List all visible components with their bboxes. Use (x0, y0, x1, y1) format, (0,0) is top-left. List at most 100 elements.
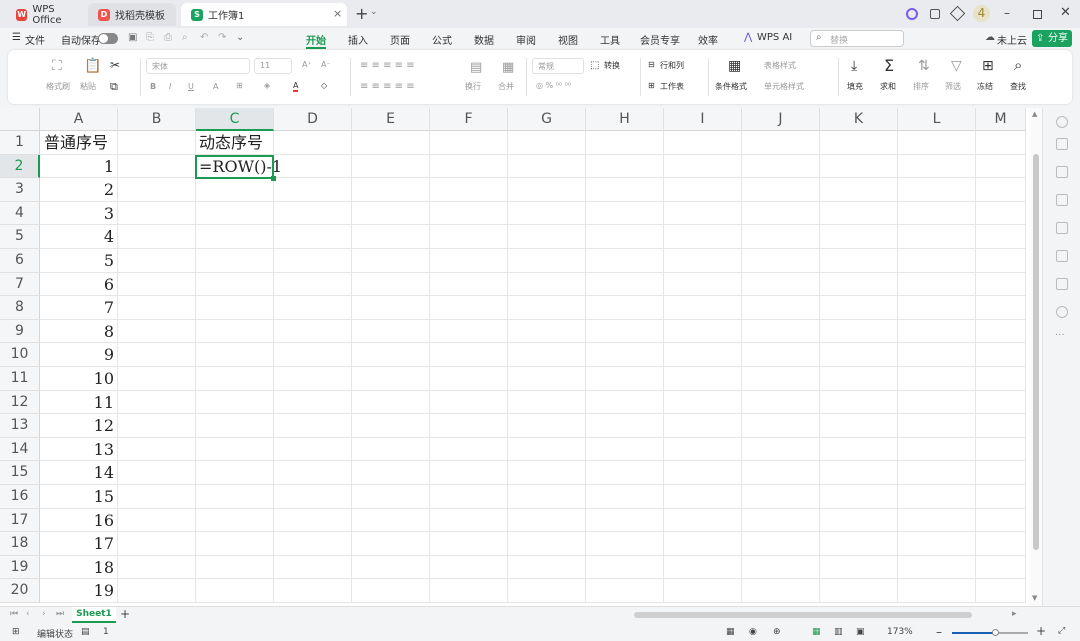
protect-icon[interactable]: ▦ (726, 627, 735, 637)
tab-insert[interactable]: 插入 (348, 32, 368, 47)
cell-l8[interactable] (898, 296, 976, 320)
cell-g4[interactable] (508, 201, 586, 226)
cell-i13[interactable] (664, 414, 742, 438)
cell-h4[interactable] (586, 201, 664, 226)
tab-review[interactable]: 审阅 (516, 32, 536, 47)
row-header-8[interactable]: 8 (0, 296, 40, 320)
cell-a3[interactable]: 2 (40, 178, 118, 202)
cloud-status[interactable]: 未上云 (997, 32, 1027, 47)
cell-j11[interactable] (742, 367, 820, 391)
cell-f19[interactable] (430, 555, 508, 580)
cell-e8[interactable] (352, 296, 430, 320)
row-header-19[interactable]: 19 (0, 555, 40, 580)
tab-wps-office[interactable]: W WPS Office (6, 3, 84, 26)
cell-a11[interactable]: 10 (40, 367, 118, 391)
cell-d1[interactable] (274, 131, 352, 155)
last-sheet-icon[interactable]: ⏭ (56, 609, 64, 619)
cell-a19[interactable]: 18 (40, 555, 118, 580)
cell-d13[interactable] (274, 414, 352, 438)
row-header-10[interactable]: 10 (0, 343, 40, 367)
row-header-11[interactable]: 11 (0, 367, 40, 391)
cell-j1[interactable] (742, 131, 820, 155)
cell-i6[interactable] (664, 249, 742, 273)
cell-j10[interactable] (742, 343, 820, 367)
find-label[interactable]: 查找 (1010, 81, 1026, 92)
cell-m2[interactable] (976, 154, 1026, 179)
cell-e14[interactable] (352, 437, 430, 462)
cell-a4[interactable]: 3 (40, 201, 118, 226)
cell-m15[interactable] (976, 461, 1026, 485)
cell-g6[interactable] (508, 249, 586, 273)
cond-format-icon[interactable]: ▦ (728, 58, 741, 74)
sum-icon[interactable]: Σ (884, 56, 894, 75)
cell-j12[interactable] (742, 390, 820, 415)
cell-b5[interactable] (118, 225, 196, 249)
cell-l4[interactable] (898, 201, 976, 226)
cell-e20[interactable] (352, 579, 430, 603)
cell-h11[interactable] (586, 367, 664, 391)
paste-label[interactable]: 粘贴 (80, 81, 96, 92)
cell-b4[interactable] (118, 201, 196, 226)
row-header-12[interactable]: 12 (0, 390, 40, 415)
cell-m11[interactable] (976, 367, 1026, 391)
cell-d5[interactable] (274, 225, 352, 249)
cell-g9[interactable] (508, 319, 586, 344)
cell-l17[interactable] (898, 508, 976, 533)
cell-c3[interactable] (196, 178, 274, 202)
cell-d8[interactable] (274, 296, 352, 320)
merge-icon[interactable]: ▦ (502, 60, 514, 75)
cell-a16[interactable]: 15 (40, 485, 118, 509)
cell-c15[interactable] (196, 461, 274, 485)
crosshair-icon[interactable]: ⊕ (773, 627, 781, 637)
wps-ai-icon[interactable]: ⋀ (744, 32, 752, 43)
row-header-18[interactable]: 18 (0, 532, 40, 556)
prev-sheet-icon[interactable]: ‹ (26, 609, 30, 619)
more-chevron-icon[interactable]: ⌄ (236, 32, 244, 43)
fill-label[interactable]: 填充 (847, 81, 863, 92)
row-header-3[interactable]: 3 (0, 178, 40, 202)
cell-m3[interactable] (976, 178, 1026, 202)
cell-i16[interactable] (664, 485, 742, 509)
form-icon[interactable] (1056, 250, 1068, 262)
underline-icon[interactable]: U (188, 82, 194, 91)
cell-l10[interactable] (898, 343, 976, 367)
cell-f10[interactable] (430, 343, 508, 367)
cell-e15[interactable] (352, 461, 430, 485)
cell-b19[interactable] (118, 555, 196, 580)
cell-a7[interactable]: 6 (40, 272, 118, 297)
cell-m14[interactable] (976, 437, 1026, 462)
tab-data[interactable]: 数据 (474, 32, 494, 47)
cell-b1[interactable] (118, 131, 196, 155)
cell-i18[interactable] (664, 532, 742, 556)
cell-h14[interactable] (586, 437, 664, 462)
tab-workbook[interactable]: S 工作簿1 × (181, 3, 347, 26)
cell-c13[interactable] (196, 414, 274, 438)
cell-a17[interactable]: 16 (40, 508, 118, 533)
cell-b7[interactable] (118, 272, 196, 297)
cell-b9[interactable] (118, 319, 196, 344)
cell-i5[interactable] (664, 225, 742, 249)
cell-l2[interactable] (898, 154, 976, 179)
cell-k8[interactable] (820, 296, 898, 320)
font-size-select[interactable]: 11 (254, 58, 292, 74)
cell-a2[interactable]: 1 (40, 154, 118, 179)
zoom-out-icon[interactable]: – (936, 625, 942, 639)
row-header-2[interactable]: 2 (0, 154, 40, 179)
export-icon[interactable]: ⎘ (146, 32, 154, 43)
column-header-a[interactable]: A (40, 108, 118, 131)
cell-g2[interactable] (508, 154, 586, 179)
cell-g19[interactable] (508, 555, 586, 580)
cell-m18[interactable] (976, 532, 1026, 556)
cell-g18[interactable] (508, 532, 586, 556)
cell-a13[interactable]: 12 (40, 414, 118, 438)
cell-k3[interactable] (820, 178, 898, 202)
ai-assistant-icon[interactable] (906, 8, 918, 20)
cell-f1[interactable] (430, 131, 508, 155)
rows-cols-icon[interactable]: ⊟ (648, 60, 655, 69)
horizontal-scroll-thumb[interactable] (634, 612, 972, 618)
cell-e11[interactable] (352, 367, 430, 391)
cell-e1[interactable] (352, 131, 430, 155)
share-button[interactable]: ⇪ 分享 (1032, 30, 1072, 47)
cond-format-label[interactable]: 条件格式 (715, 81, 747, 92)
cell-l3[interactable] (898, 178, 976, 202)
